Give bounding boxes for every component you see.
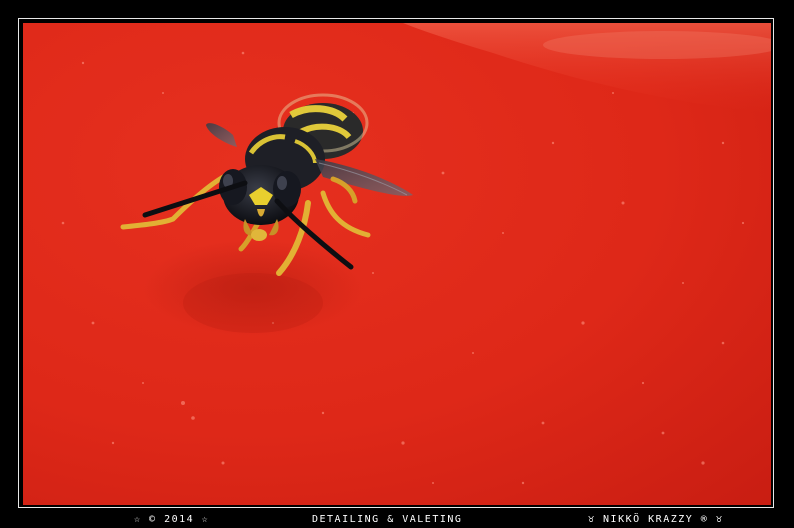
watermark-title: DETAILING & VALETING	[312, 514, 463, 525]
watermark-bar: ☆ © 2014 ☆ DETAILING & VALETING ♉ NIKKÖ …	[0, 512, 794, 528]
watermark-author: ♉ NIKKÖ KRAZZY ® ♉	[588, 514, 724, 525]
watermark-copyright: ☆ © 2014 ☆	[134, 514, 210, 525]
wasp-photo	[23, 23, 771, 505]
